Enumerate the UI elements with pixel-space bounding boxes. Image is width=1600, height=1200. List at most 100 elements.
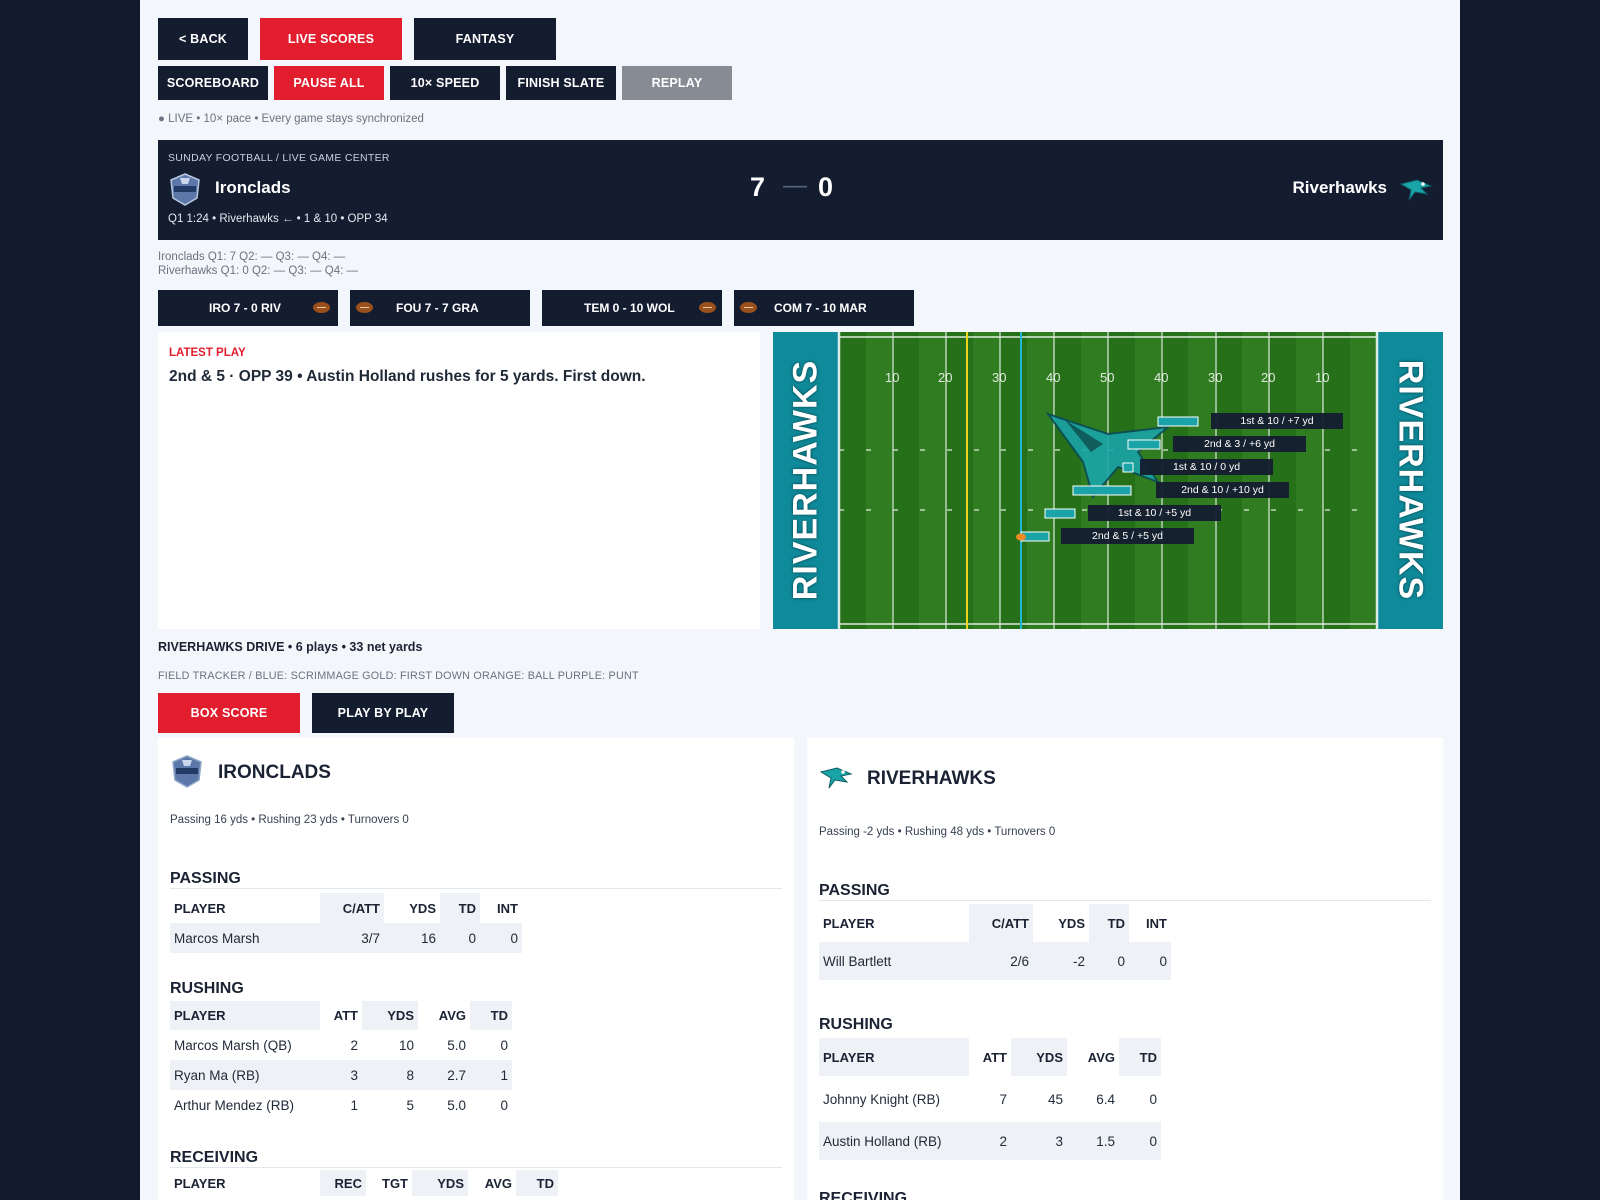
column-header: PLAYER [819, 1038, 969, 1076]
yard-number: 10 [1315, 370, 1330, 385]
finish-slate-button[interactable]: FINISH SLATE [506, 66, 616, 100]
column-header: AVG [438, 1008, 466, 1023]
column-header: PLAYER [823, 915, 875, 931]
section-title: PASSING [819, 882, 890, 899]
yard-number: 20 [938, 370, 953, 385]
latest-play-panel: LATEST PLAY 2nd & 5 · OPP 39 • Austin Ho… [158, 332, 760, 629]
column-header: TD [470, 1001, 512, 1030]
field-tracker-legend: FIELD TRACKER / BLUE: SCRIMMAGE GOLD: FI… [158, 670, 639, 682]
breadcrumb: SUNDAY FOOTBALL / LIVE GAME CENTER [168, 152, 390, 164]
column-header: TGT [382, 1175, 408, 1191]
drive-play-label: 1st & 10 / +7 yd [1240, 415, 1314, 427]
ball-marker-icon [1016, 533, 1026, 541]
home-quarter-line: Ironclads Q1: 7 Q2: — Q3: — Q4: — [158, 251, 346, 263]
latest-play-label: LATEST PLAY [169, 347, 246, 359]
section-title: RUSHING [819, 1016, 893, 1033]
riverhawks-logo-icon [1399, 179, 1433, 201]
endzone-text-left: RIVERHAWKS [786, 359, 825, 601]
column-header: ATT [333, 1008, 358, 1023]
column-header: INT [497, 900, 518, 916]
column-header: YDS [412, 1170, 468, 1196]
column-header: TD [440, 893, 480, 923]
ticker-game-3[interactable]: TEM 0 - 10 WOL [542, 290, 722, 326]
column-header: REC [320, 1170, 366, 1196]
drive-play-label: 1st & 10 / 0 yd [1172, 461, 1241, 473]
yard-number: 20 [1261, 370, 1276, 385]
away-quarter-line: Riverhawks Q1: 0 Q2: — Q3: — Q4: — [158, 265, 359, 277]
ticker-score: COM 7 - 10 MAR [774, 301, 867, 315]
column-header: YDS [1011, 1038, 1067, 1076]
game-header: SUNDAY FOOTBALL / LIVE GAME CENTER Ironc… [158, 140, 1443, 240]
section-title: RECEIVING [170, 1149, 259, 1166]
ironclads-logo-icon [172, 755, 202, 788]
column-header: PLAYER [174, 900, 226, 916]
column-header: YDS [1058, 915, 1085, 931]
section-title: RUSHING [170, 980, 244, 997]
column-header: PLAYER [174, 1175, 226, 1191]
away-box-score-card: RIVERHAWKS Passing -2 yds • Rushing 48 y… [807, 738, 1443, 1200]
table-row: Austin Holland (RB) 2 3 1.5 0 [819, 1122, 1161, 1160]
football-icon [740, 302, 757, 313]
drive-play-label: 2nd & 10 / +10 yd [1181, 484, 1264, 496]
column-header: YDS [362, 1001, 418, 1030]
scoreboard-button[interactable]: SCOREBOARD [158, 66, 268, 100]
column-header: PLAYER [170, 1001, 320, 1030]
drive-play-label: 1st & 10 / +5 yd [1117, 507, 1192, 519]
rushing-table: PLAYER ATT YDS AVG TD Marcos Marsh (QB) … [170, 1001, 512, 1120]
yard-number: 40 [1154, 370, 1169, 385]
ticker-score: FOU 7 - 7 GRA [396, 301, 479, 315]
receiving-table: PLAYER REC TGT YDS AVG TD [170, 1170, 558, 1196]
team-name: IRONCLADS [218, 762, 331, 783]
live-scores-button[interactable]: LIVE SCORES [260, 18, 402, 60]
drive-play-label: 2nd & 5 / +5 yd [1092, 530, 1163, 542]
column-header: ATT [982, 1049, 1007, 1065]
score-separator: — [783, 172, 807, 199]
passing-table: PLAYER C/ATT YDS TD INT Will Bartlett 2/… [819, 904, 1171, 980]
section-title: PASSING [170, 870, 241, 887]
yard-numbers: 10 20 30 40 50 40 30 20 10 [773, 370, 1443, 386]
column-header: AVG [1087, 1049, 1115, 1065]
endzone-text-right: RIVERHAWKS [1391, 359, 1430, 601]
ironclads-logo-icon [170, 173, 200, 206]
column-header: C/ATT [320, 893, 384, 923]
drive-summary: RIVERHAWKS DRIVE • 6 plays • 33 net yard… [158, 640, 423, 654]
field-tracker: 10 20 30 40 50 40 30 20 10 RIVERHAWKS RI… [773, 332, 1443, 629]
team-name: RIVERHAWKS [867, 768, 996, 789]
home-box-score-card: IRONCLADS Passing 16 yds • Rushing 23 yd… [158, 738, 794, 1200]
ticker-game-2[interactable]: FOU 7 - 7 GRA [350, 290, 530, 326]
team-summary: Passing 16 yds • Rushing 23 yds • Turnov… [170, 814, 409, 826]
ticker-game-4[interactable]: COM 7 - 10 MAR [734, 290, 914, 326]
yard-number: 30 [1208, 370, 1223, 385]
replay-button[interactable]: REPLAY [622, 66, 732, 100]
table-row: Johnny Knight (RB) 7 45 6.4 0 [823, 1091, 1157, 1107]
speed-button[interactable]: 10× SPEED [390, 66, 500, 100]
table-row: Will Bartlett 2/6 -2 0 0 [819, 942, 1171, 980]
live-status-text: ● LIVE • 10× pace • Every game stays syn… [158, 113, 424, 125]
column-header: TD [1089, 904, 1129, 942]
fantasy-button[interactable]: FANTASY [414, 18, 556, 60]
yard-number: 40 [1046, 370, 1061, 385]
football-icon [699, 302, 716, 313]
column-header: AVG [484, 1175, 512, 1191]
ticker-score: IRO 7 - 0 RIV [209, 301, 282, 315]
yard-number: 30 [992, 370, 1007, 385]
team-summary: Passing -2 yds • Rushing 48 yds • Turnov… [819, 826, 1056, 838]
tab-play-by-play[interactable]: PLAY BY PLAY [312, 693, 454, 733]
pause-all-button[interactable]: PAUSE ALL [274, 66, 384, 100]
tab-box-score[interactable]: BOX SCORE [158, 693, 300, 733]
back-button[interactable]: < BACK [158, 18, 248, 60]
yard-number: 10 [885, 370, 900, 385]
rushing-table: PLAYER ATT YDS AVG TD Johnny Knight (RB)… [819, 1038, 1161, 1160]
away-team-name: Riverhawks [1292, 178, 1388, 197]
drive-play-label: 2nd & 3 / +6 yd [1204, 438, 1275, 450]
home-score: 7 [750, 172, 766, 202]
game-center-page: < BACK LIVE SCORES FANTASY SCOREBOARD PA… [140, 0, 1460, 1200]
table-row: Marcos Marsh 3/7 16 0 0 [170, 923, 522, 953]
football-icon [313, 302, 330, 313]
ticker-game-1[interactable]: IRO 7 - 0 RIV [158, 290, 338, 326]
table-row: Arthur Mendez (RB) 1 5 5.0 0 [174, 1097, 508, 1113]
home-team-name: Ironclads [215, 178, 291, 197]
section-title: RECEIVING [819, 1190, 908, 1200]
table-row: Marcos Marsh (QB) 2 10 5.0 0 [174, 1037, 508, 1053]
column-header: TD [1119, 1038, 1161, 1076]
